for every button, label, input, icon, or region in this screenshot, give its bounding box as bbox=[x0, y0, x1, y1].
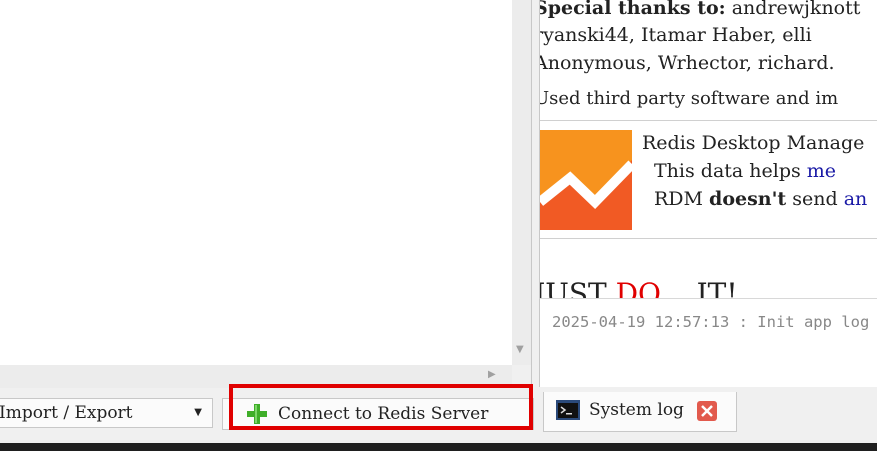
scroll-right-arrow-icon[interactable]: ▶ bbox=[488, 370, 496, 380]
analytics-line-3-bold: doesn't bbox=[709, 188, 787, 210]
connections-vertical-scrollbar[interactable]: ▼ bbox=[512, 0, 531, 365]
import-export-dropdown[interactable]: Import / Export ▼ bbox=[0, 398, 213, 428]
special-thanks-line: Special thanks to: andrewjknott bbox=[539, 0, 861, 21]
analytics-line-2: This data helps me bbox=[654, 158, 836, 184]
divider-line bbox=[540, 120, 877, 121]
system-log-view[interactable]: 2025-04-19 12:57:13 : Init app log bbox=[539, 298, 877, 387]
import-export-label: Import / Export bbox=[0, 403, 133, 423]
third-party-text: Used third party software and im bbox=[539, 88, 839, 109]
dropdown-arrow-icon: ▼ bbox=[194, 407, 202, 418]
google-analytics-logo bbox=[540, 130, 632, 230]
system-log-tab-label: System log bbox=[589, 400, 684, 420]
slogan-part-2: DO bbox=[615, 277, 661, 298]
scroll-down-arrow-icon[interactable]: ▼ bbox=[516, 345, 524, 355]
slogan-part-1: JUST bbox=[539, 277, 616, 298]
analytics-line-3-middle: send bbox=[786, 188, 844, 210]
analytics-line-3-prefix: RDM bbox=[654, 188, 710, 210]
analytics-line-1: Redis Desktop Manage bbox=[642, 132, 865, 154]
divider-line-2 bbox=[540, 238, 877, 239]
special-thanks-names: andrewjknott bbox=[725, 0, 861, 19]
analytics-line-3: RDM doesn't send an bbox=[654, 186, 867, 212]
analytics-line-2-link[interactable]: me bbox=[807, 160, 836, 182]
contributors-line-2: ryanski44, Itamar Haber, elli bbox=[539, 24, 812, 46]
os-taskbar bbox=[0, 443, 877, 451]
log-entry: 2025-04-19 12:57:13 : Init app log bbox=[552, 313, 870, 331]
about-panel: Special thanks to: andrewjknott ryanski4… bbox=[539, 0, 877, 298]
special-thanks-label: Special thanks to: bbox=[539, 0, 726, 19]
contributors-line-3: Anonymous, Wrhector, richard. bbox=[539, 52, 835, 74]
connect-button-highlight bbox=[229, 384, 533, 430]
terminal-icon bbox=[556, 400, 580, 420]
slogan: JUST DO IT! bbox=[539, 276, 738, 298]
analytics-line-2-text: This data helps bbox=[654, 160, 807, 182]
connections-tree[interactable] bbox=[0, 0, 512, 365]
close-icon[interactable] bbox=[697, 401, 717, 421]
analytics-line-3-link[interactable]: an bbox=[844, 188, 868, 210]
slogan-part-3: IT! bbox=[661, 277, 738, 298]
tab-system-log[interactable]: System log bbox=[543, 392, 737, 432]
